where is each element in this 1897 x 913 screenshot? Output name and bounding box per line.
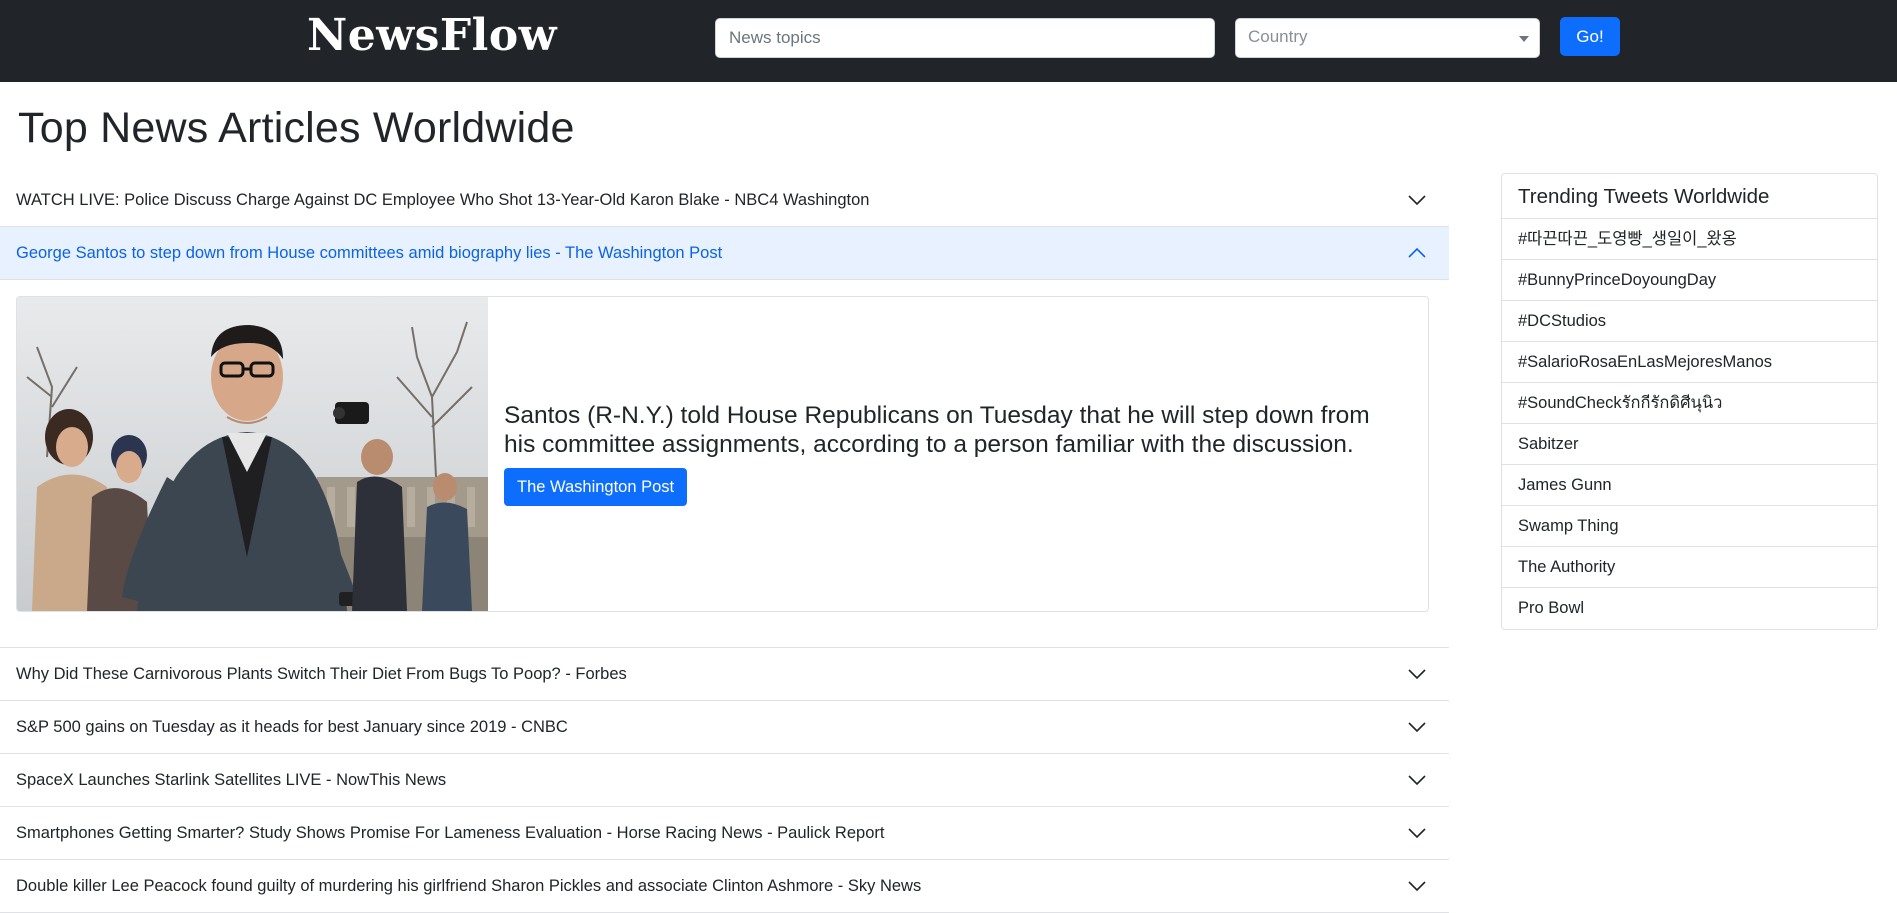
trend-item[interactable]: #따끈따끈_도영빵_생일이_왔옹 [1502,219,1877,260]
article-source-button[interactable]: The Washington Post [504,468,688,506]
article-header[interactable]: Double killer Lee Peacock found guilty o… [0,860,1449,913]
article-header[interactable]: Why Did These Carnivorous Plants Switch … [0,648,1449,701]
article-title: WATCH LIVE: Police Discuss Charge Agains… [16,191,870,209]
trend-item[interactable]: Pro Bowl [1502,588,1877,629]
article-title: Why Did These Carnivorous Plants Switch … [16,665,627,683]
articles-accordion: WATCH LIVE: Police Discuss Charge Agains… [0,174,1449,913]
article-photo [17,297,488,611]
brand-logo[interactable]: NewsFlow [307,10,557,61]
trending-title: Trending Tweets Worldwide [1502,174,1877,219]
chevron-down-icon [1408,669,1426,680]
article-title: Smartphones Getting Smarter? Study Shows… [16,824,885,842]
chevron-down-icon [1408,195,1426,206]
article-card: Santos (R-N.Y.) told House Republicans o… [16,296,1429,612]
article-header[interactable]: WATCH LIVE: Police Discuss Charge Agains… [0,174,1449,227]
article-header[interactable]: S&P 500 gains on Tuesday as it heads for… [0,701,1449,754]
article-title: S&P 500 gains on Tuesday as it heads for… [16,718,568,736]
trend-item[interactable]: #SalarioRosaEnLasMejoresManos [1502,342,1877,383]
chevron-down-icon [1408,828,1426,839]
trend-item[interactable]: #DCStudios [1502,301,1877,342]
search-input[interactable] [715,18,1215,58]
article-body: Santos (R-N.Y.) told House Republicans o… [0,280,1449,648]
article-title: Double killer Lee Peacock found guilty o… [16,877,922,895]
country-select[interactable]: Country [1235,18,1540,58]
navbar: NewsFlow Country Go! [0,0,1897,82]
trending-tweets-panel: Trending Tweets Worldwide #따끈따끈_도영빵_생일이_… [1501,173,1878,630]
trend-item[interactable]: James Gunn [1502,465,1877,506]
chevron-down-icon [1408,881,1426,892]
trend-item[interactable]: Sabitzer [1502,424,1877,465]
article-description: Santos (R-N.Y.) told House Republicans o… [504,402,1370,458]
chevron-down-icon [1408,775,1426,786]
article-title: George Santos to step down from House co… [16,244,723,262]
article-header-expanded[interactable]: George Santos to step down from House co… [0,227,1449,280]
country-select-placeholder: Country [1248,27,1308,46]
go-button[interactable]: Go! [1560,17,1620,56]
article-header[interactable]: SpaceX Launches Starlink Satellites LIVE… [0,754,1449,807]
article-title: SpaceX Launches Starlink Satellites LIVE… [16,771,447,789]
trend-item[interactable]: Swamp Thing [1502,506,1877,547]
caret-down-icon [1519,36,1529,42]
chevron-up-icon [1408,247,1426,258]
trend-item[interactable]: #BunnyPrinceDoyoungDay [1502,260,1877,301]
chevron-down-icon [1408,722,1426,733]
trend-item[interactable]: #SoundCheckรักกีรักดิศีนุนิว [1502,383,1877,424]
trend-item[interactable]: The Authority [1502,547,1877,588]
article-header[interactable]: Smartphones Getting Smarter? Study Shows… [0,807,1449,860]
page-title: Top News Articles Worldwide [18,104,575,152]
